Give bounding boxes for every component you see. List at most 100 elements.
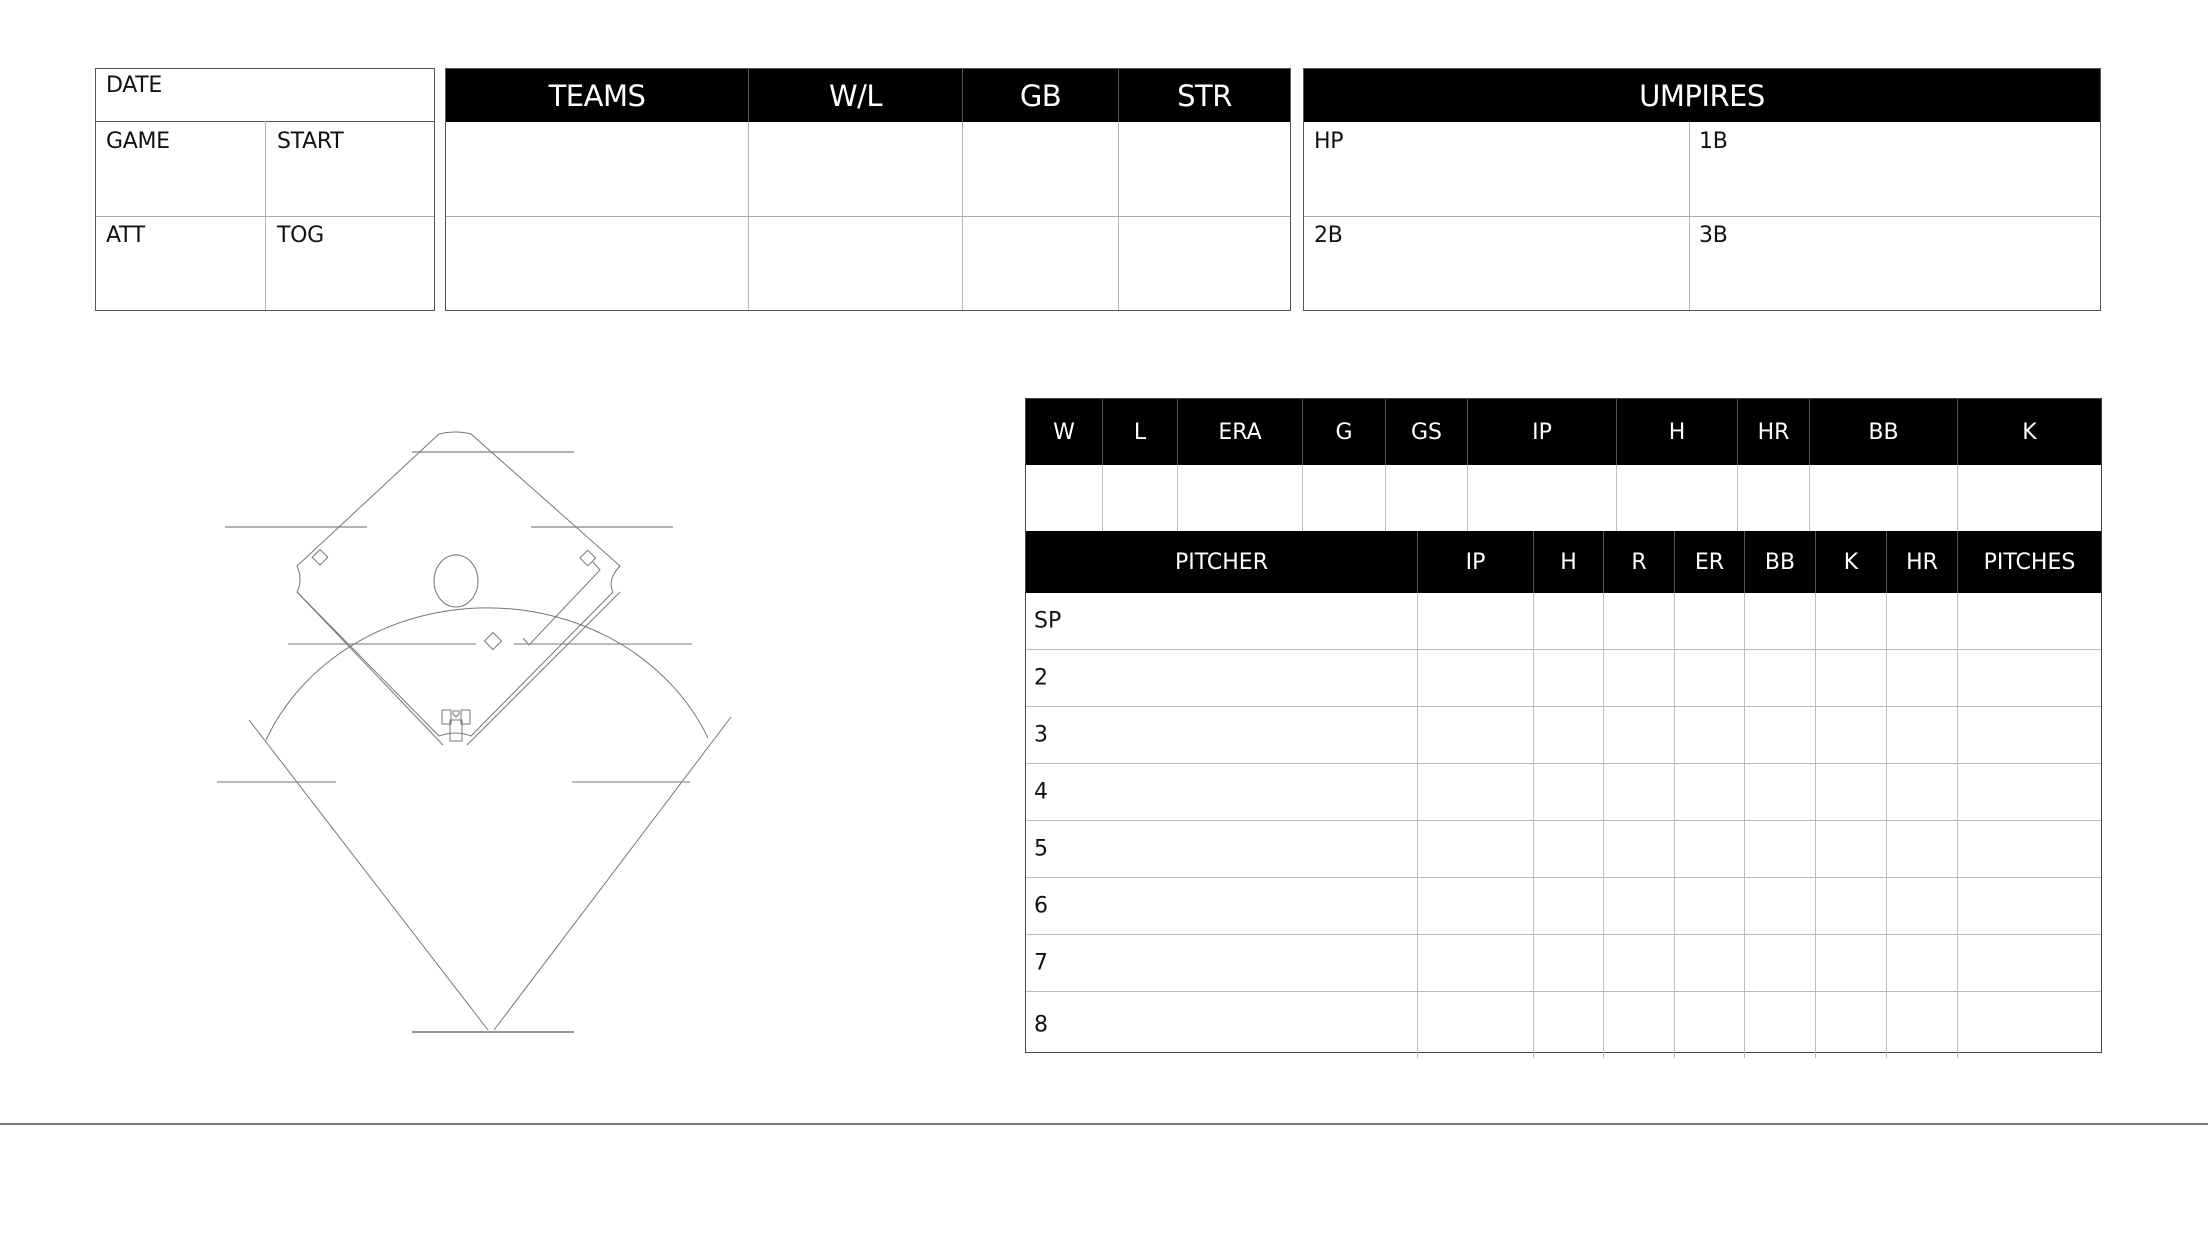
value-bb[interactable]	[1809, 465, 1957, 531]
pitcher-stat-field-bb[interactable]	[1744, 992, 1815, 1058]
pitcher-stat-field-bb[interactable]	[1744, 764, 1815, 820]
pitcher-stat-field-er[interactable]	[1674, 707, 1744, 763]
value-g[interactable]	[1302, 465, 1385, 531]
value-w[interactable]	[1026, 465, 1102, 531]
pitcher-stat-field-h[interactable]	[1533, 821, 1603, 877]
value-k[interactable]	[1957, 465, 2101, 531]
value-hr[interactable]	[1737, 465, 1809, 531]
team-1-str-field[interactable]	[1119, 122, 1290, 216]
pitcher-stat-field-er[interactable]	[1674, 593, 1744, 649]
pitcher-stat-field-h[interactable]	[1533, 764, 1603, 820]
pitcher-stat-field-r[interactable]	[1603, 650, 1674, 706]
team-2-str-field[interactable]	[1119, 217, 1290, 310]
team-1-wl-field[interactable]	[749, 122, 962, 216]
team-2-name-field[interactable]	[446, 217, 748, 310]
value-h[interactable]	[1616, 465, 1737, 531]
pitcher-stat-field-hr[interactable]	[1886, 707, 1957, 763]
pitcher-stat-field-k[interactable]	[1815, 707, 1886, 763]
pitcher-stat-field-r[interactable]	[1603, 707, 1674, 763]
team-2-wl-field[interactable]	[749, 217, 962, 310]
pitcher-stat-field-pitches[interactable]	[1957, 593, 2101, 649]
pitcher-stat-field-hr[interactable]	[1886, 878, 1957, 934]
pitcher-stat-field-ip[interactable]	[1417, 992, 1533, 1058]
pitcher-stat-field-ip[interactable]	[1417, 650, 1533, 706]
pitcher-stat-field-h[interactable]	[1533, 650, 1603, 706]
pitcher-stat-field-ip[interactable]	[1417, 821, 1533, 877]
pitcher-stat-field-h[interactable]	[1533, 935, 1603, 991]
pitcher-stat-field-k[interactable]	[1815, 650, 1886, 706]
umpire-3b-field[interactable]	[1690, 253, 2100, 310]
pitcher-stat-field-r[interactable]	[1603, 821, 1674, 877]
pitcher-stat-field-ip[interactable]	[1417, 764, 1533, 820]
pitcher-stat-field-pitches[interactable]	[1957, 707, 2101, 763]
pitcher-stat-field-r[interactable]	[1603, 593, 1674, 649]
value-gs[interactable]	[1385, 465, 1467, 531]
pitcher-stat-field-hr[interactable]	[1886, 650, 1957, 706]
pitcher-name-field[interactable]: 7	[1026, 935, 1417, 991]
pitcher-name-field[interactable]: 2	[1026, 650, 1417, 706]
pitcher-stat-field-er[interactable]	[1674, 764, 1744, 820]
team-1-name-field[interactable]	[446, 122, 748, 216]
pitcher-stat-field-pitches[interactable]	[1957, 992, 2101, 1058]
pitcher-stat-field-ip[interactable]	[1417, 878, 1533, 934]
pitcher-stat-field-k[interactable]	[1815, 935, 1886, 991]
pitcher-stat-field-k[interactable]	[1815, 821, 1886, 877]
pitcher-stat-field-er[interactable]	[1674, 992, 1744, 1058]
pitcher-stat-field-er[interactable]	[1674, 935, 1744, 991]
pitcher-stat-field-er[interactable]	[1674, 650, 1744, 706]
pitcher-name-field[interactable]: SP	[1026, 593, 1417, 649]
team-1-gb-field[interactable]	[963, 122, 1118, 216]
pitcher-stat-field-r[interactable]	[1603, 764, 1674, 820]
pitcher-stat-field-h[interactable]	[1533, 707, 1603, 763]
value-l[interactable]	[1102, 465, 1177, 531]
pitcher-stat-field-bb[interactable]	[1744, 707, 1815, 763]
pitcher-name-field[interactable]: 8	[1026, 992, 1417, 1058]
pitcher-name-field[interactable]: 5	[1026, 821, 1417, 877]
pitcher-stat-field-ip[interactable]	[1417, 593, 1533, 649]
pitcher-stat-field-r[interactable]	[1603, 992, 1674, 1058]
pitcher-stat-field-pitches[interactable]	[1957, 764, 2101, 820]
pitcher-stat-field-hr[interactable]	[1886, 593, 1957, 649]
pitcher-stat-field-k[interactable]	[1815, 992, 1886, 1058]
pitcher-stat-field-pitches[interactable]	[1957, 935, 2101, 991]
pitcher-stat-field-h[interactable]	[1533, 992, 1603, 1058]
value-era[interactable]	[1177, 465, 1302, 531]
pitcher-name-field[interactable]: 4	[1026, 764, 1417, 820]
pitcher-stat-field-r[interactable]	[1603, 935, 1674, 991]
value-ip[interactable]	[1467, 465, 1616, 531]
pitcher-stat-field-hr[interactable]	[1886, 992, 1957, 1058]
pitcher-stat-field-h[interactable]	[1533, 878, 1603, 934]
pitcher-name-field[interactable]: 3	[1026, 707, 1417, 763]
pitcher-name-field[interactable]: 6	[1026, 878, 1417, 934]
game-field[interactable]	[96, 159, 265, 216]
pitcher-stat-field-pitches[interactable]	[1957, 650, 2101, 706]
pitcher-stat-field-er[interactable]	[1674, 821, 1744, 877]
pitcher-stat-field-k[interactable]	[1815, 878, 1886, 934]
pitcher-stat-field-ip[interactable]	[1417, 935, 1533, 991]
pitcher-stat-field-bb[interactable]	[1744, 935, 1815, 991]
pitcher-stat-field-hr[interactable]	[1886, 821, 1957, 877]
page-divider	[0, 1123, 2208, 1125]
pitcher-stat-field-k[interactable]	[1815, 593, 1886, 649]
pitcher-stat-field-k[interactable]	[1815, 764, 1886, 820]
att-field[interactable]	[96, 253, 265, 310]
start-field[interactable]	[266, 159, 434, 216]
pitcher-stat-field-r[interactable]	[1603, 878, 1674, 934]
team-2-gb-field[interactable]	[963, 217, 1118, 310]
pitcher-stat-field-er[interactable]	[1674, 878, 1744, 934]
pitcher-stat-field-ip[interactable]	[1417, 707, 1533, 763]
pitcher-stat-field-pitches[interactable]	[1957, 878, 2101, 934]
pitcher-stat-field-bb[interactable]	[1744, 878, 1815, 934]
date-field[interactable]	[186, 69, 434, 121]
pitcher-stat-field-pitches[interactable]	[1957, 821, 2101, 877]
pitcher-stat-field-bb[interactable]	[1744, 593, 1815, 649]
pitcher-stat-field-h[interactable]	[1533, 593, 1603, 649]
umpire-1b-field[interactable]	[1690, 159, 2100, 216]
pitcher-stat-field-hr[interactable]	[1886, 764, 1957, 820]
pitcher-stat-field-bb[interactable]	[1744, 821, 1815, 877]
tog-field[interactable]	[266, 253, 434, 310]
pitcher-stat-field-hr[interactable]	[1886, 935, 1957, 991]
umpire-hp-field[interactable]	[1304, 159, 1689, 216]
umpire-2b-field[interactable]	[1304, 253, 1689, 310]
pitcher-stat-field-bb[interactable]	[1744, 650, 1815, 706]
